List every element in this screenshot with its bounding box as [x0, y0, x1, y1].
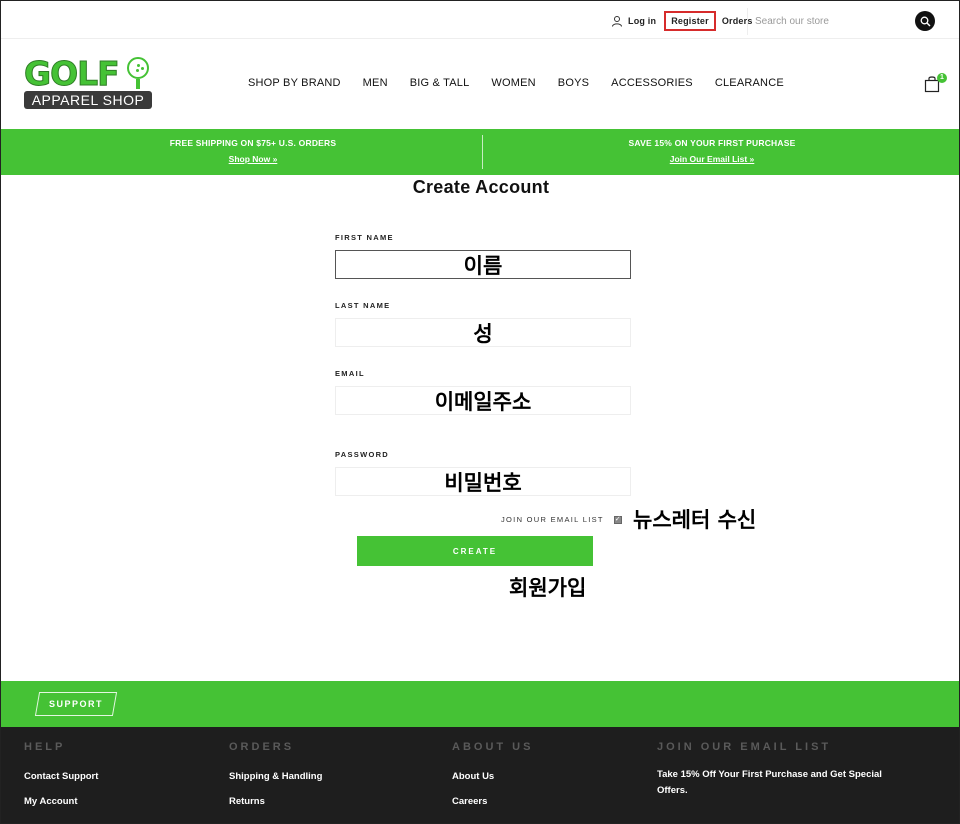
footer-orders-title: ORDERS	[229, 741, 295, 753]
email-annotation: 이메일주소	[434, 389, 532, 414]
golf-tee-icon	[136, 79, 140, 89]
account-links: Log in Register Orders	[611, 11, 761, 31]
promo-banner: FREE SHIPPING ON $75+ U.S. ORDERS Shop N…	[1, 129, 959, 175]
promo-discount: SAVE 15% ON YOUR FIRST PURCHASE Join Our…	[472, 138, 952, 164]
create-annotation: 회원가입	[509, 576, 587, 600]
site-logo[interactable]: GOLF APPAREL SHOP	[24, 54, 154, 111]
nav-boys[interactable]: BOYS	[558, 77, 589, 89]
footer-orders: ORDERS Shipping & Handling Returns	[229, 741, 322, 821]
about-us-link[interactable]: About Us	[452, 771, 533, 782]
search-button[interactable]	[915, 11, 935, 31]
email-field[interactable]: 이메일주소	[335, 386, 631, 415]
promo-discount-title: SAVE 15% ON YOUR FIRST PURCHASE	[628, 138, 796, 148]
footer-email-title: JOIN OUR EMAIL LIST	[657, 741, 832, 753]
returns-link[interactable]: Returns	[229, 796, 322, 807]
first-name-field[interactable]: 이름	[335, 250, 631, 279]
page-frame: Log in Register Orders GOLF APPAREL SHOP	[0, 0, 960, 824]
footer-email-description: Take 15% Off Your First Purchase and Get…	[657, 769, 882, 796]
promo-shipping-title: FREE SHIPPING ON $75+ U.S. ORDERS	[169, 138, 337, 148]
password-label: PASSWORD	[335, 450, 390, 459]
search-icon	[920, 16, 930, 26]
nav-big-tall[interactable]: BIG & TALL	[410, 77, 470, 89]
footer-about: ABOUT US About Us Careers	[452, 741, 533, 821]
search-input[interactable]	[755, 16, 905, 27]
careers-link[interactable]: Careers	[452, 796, 533, 807]
nav-clearance[interactable]: CLEARANCE	[715, 77, 784, 89]
login-link[interactable]: Log in	[611, 15, 656, 27]
create-account-button[interactable]: CREATE	[357, 536, 593, 566]
password-annotation: 비밀번호	[444, 470, 522, 495]
login-label: Log in	[628, 16, 657, 26]
utility-bar: Log in Register Orders	[1, 1, 959, 39]
footer-about-title: ABOUT US	[452, 741, 534, 753]
support-label: SUPPORT	[48, 699, 103, 709]
footer-help-title: HELP	[24, 741, 66, 753]
logo-wordmark: GOLF	[24, 54, 121, 93]
first-name-annotation: 이름	[463, 253, 503, 278]
newsletter-row: JOIN OUR EMAIL LIST ✓	[501, 515, 622, 524]
contact-support-link[interactable]: Contact Support	[24, 771, 98, 782]
support-button[interactable]: SUPPORT	[34, 692, 118, 716]
email-label: EMAIL	[335, 369, 365, 378]
shipping-handling-link[interactable]: Shipping & Handling	[229, 771, 322, 782]
promo-shipping: FREE SHIPPING ON $75+ U.S. ORDERS Shop N…	[13, 138, 493, 164]
main-nav: SHOP BY BRAND MEN BIG & TALL WOMEN BOYS …	[248, 77, 806, 89]
golf-ball-icon	[127, 57, 149, 79]
footer-email: JOIN OUR EMAIL LIST Take 15% Off Your Fi…	[657, 741, 887, 799]
newsletter-label: JOIN OUR EMAIL LIST	[501, 515, 604, 524]
nav-men[interactable]: MEN	[363, 77, 388, 89]
cart-button[interactable]: 1	[924, 73, 947, 95]
first-name-label: FIRST NAME	[335, 233, 394, 242]
page-title: Create Account	[412, 177, 550, 197]
support-band: SUPPORT	[1, 681, 959, 727]
cart-count-badge: 1	[937, 73, 947, 83]
search-box	[747, 8, 937, 35]
my-account-link[interactable]: My Account	[24, 796, 98, 807]
nav-shop-by-brand[interactable]: SHOP BY BRAND	[248, 77, 341, 89]
join-email-link[interactable]: Join Our Email List »	[472, 154, 952, 164]
newsletter-annotation: 뉴스레터 수신	[633, 508, 757, 532]
register-link[interactable]: Register	[664, 11, 716, 31]
logo-subtitle: APPAREL SHOP	[24, 91, 152, 109]
site-footer: HELP Contact Support My Account ORDERS S…	[1, 727, 959, 823]
password-field[interactable]: 비밀번호	[335, 467, 631, 496]
nav-women[interactable]: WOMEN	[491, 77, 535, 89]
shop-now-link[interactable]: Shop Now »	[13, 154, 493, 164]
last-name-label: LAST NAME	[335, 301, 391, 310]
user-icon	[612, 16, 622, 27]
site-header: GOLF APPAREL SHOP SHOP BY BRAND MEN BIG …	[1, 39, 959, 129]
last-name-annotation: 성	[473, 321, 493, 346]
newsletter-checkbox[interactable]: ✓	[613, 515, 622, 524]
last-name-field[interactable]: 성	[335, 318, 631, 347]
footer-help: HELP Contact Support My Account	[24, 741, 98, 821]
nav-accessories[interactable]: ACCESSORIES	[611, 77, 693, 89]
